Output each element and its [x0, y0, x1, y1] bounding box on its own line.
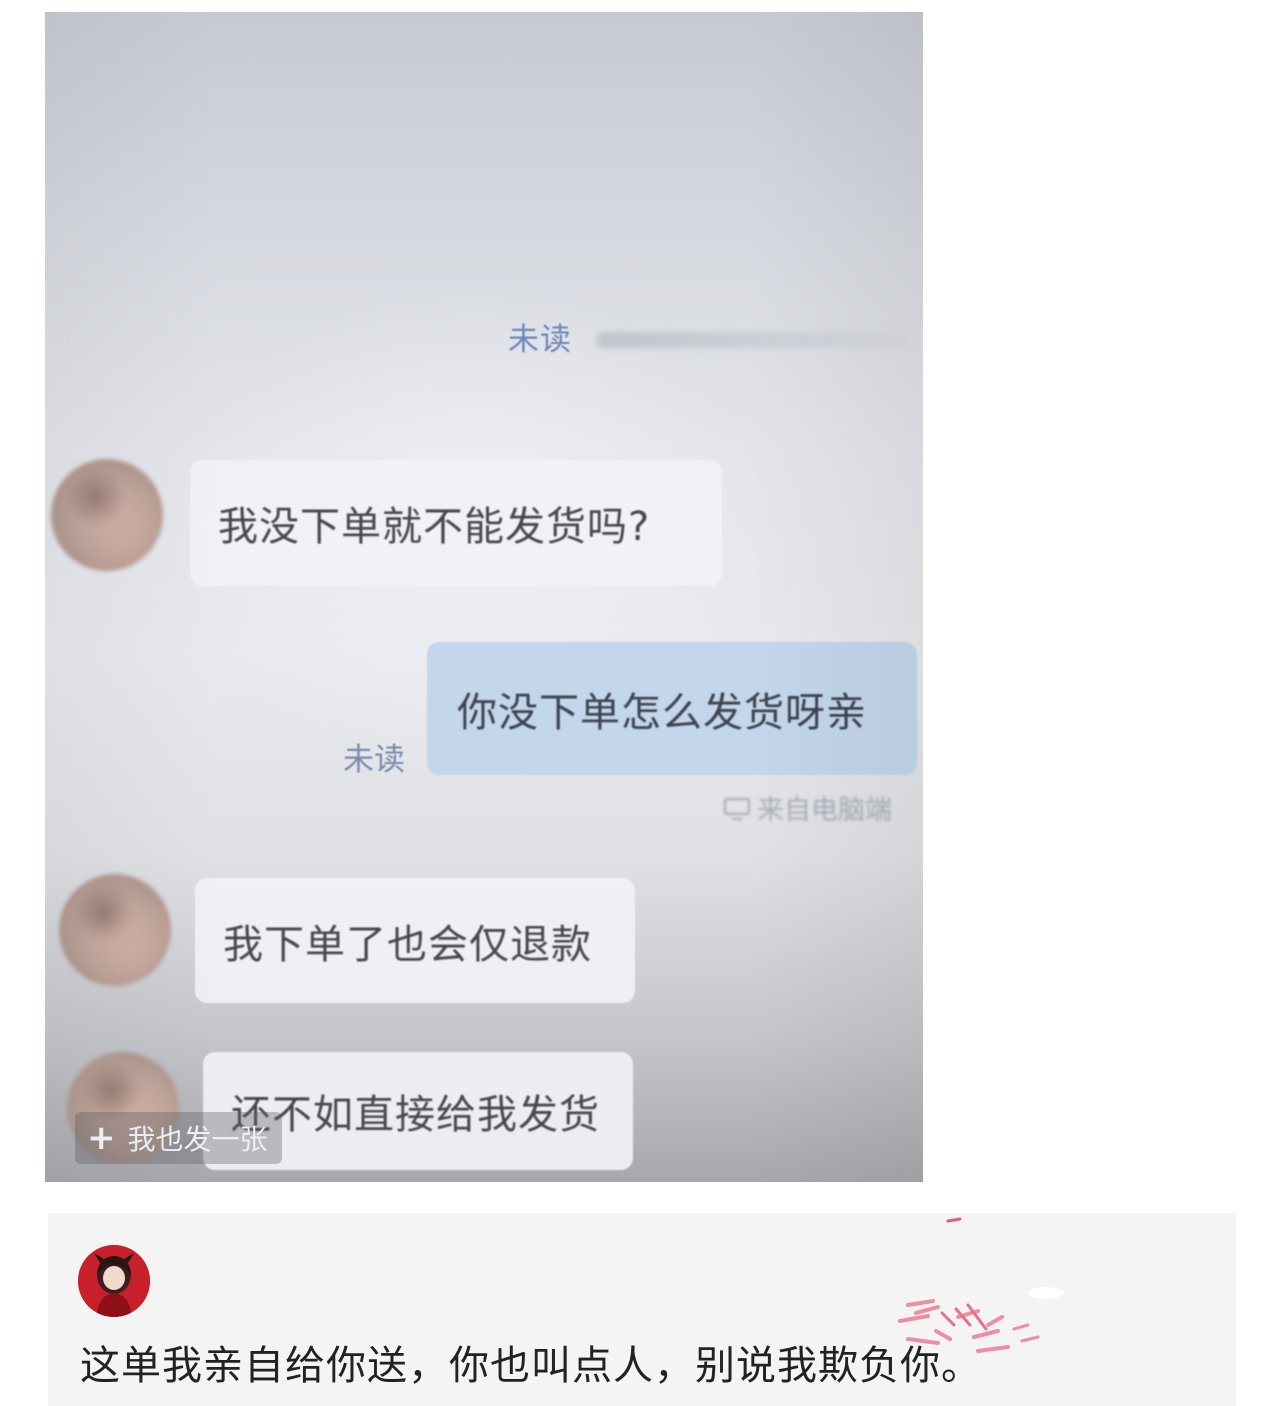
- comment-card[interactable]: 这单我亲自给你送，你也叫点人，别说我欺负你。: [48, 1213, 1236, 1406]
- blurred-message-strip: [597, 332, 907, 348]
- post-too-label: 我也发一张: [127, 1123, 268, 1156]
- unread-status: 未读: [343, 742, 405, 778]
- plus-icon: +: [87, 1118, 116, 1158]
- comment-text: 这单我亲自给你送，你也叫点人，别说我欺负你。: [80, 1343, 982, 1389]
- outgoing-message-bubble: 你没下单怎么发货呀亲: [427, 642, 917, 775]
- incoming-message-bubble: 我没下单就不能发货吗?: [190, 460, 722, 586]
- chat-photo[interactable]: 未读 我没下单就不能发货吗? 未读 你没下单怎么发货呀亲 来自电脑端 我下单了也…: [45, 12, 923, 1182]
- customer-avatar: [59, 874, 171, 986]
- monitor-icon: [723, 797, 751, 820]
- unread-label-top: 未读: [508, 322, 572, 358]
- incoming-message-bubble: 我下单了也会仅退款: [195, 878, 635, 1003]
- customer-avatar: [51, 459, 163, 571]
- post-page: 未读 我没下单就不能发货吗? 未读 你没下单怎么发货呀亲 来自电脑端 我下单了也…: [0, 0, 1284, 1406]
- source-indicator: 来自电脑端: [723, 788, 892, 827]
- source-label: 来自电脑端: [757, 795, 892, 826]
- post-too-button[interactable]: + 我也发一张: [75, 1112, 282, 1164]
- commenter-avatar[interactable]: [78, 1245, 150, 1317]
